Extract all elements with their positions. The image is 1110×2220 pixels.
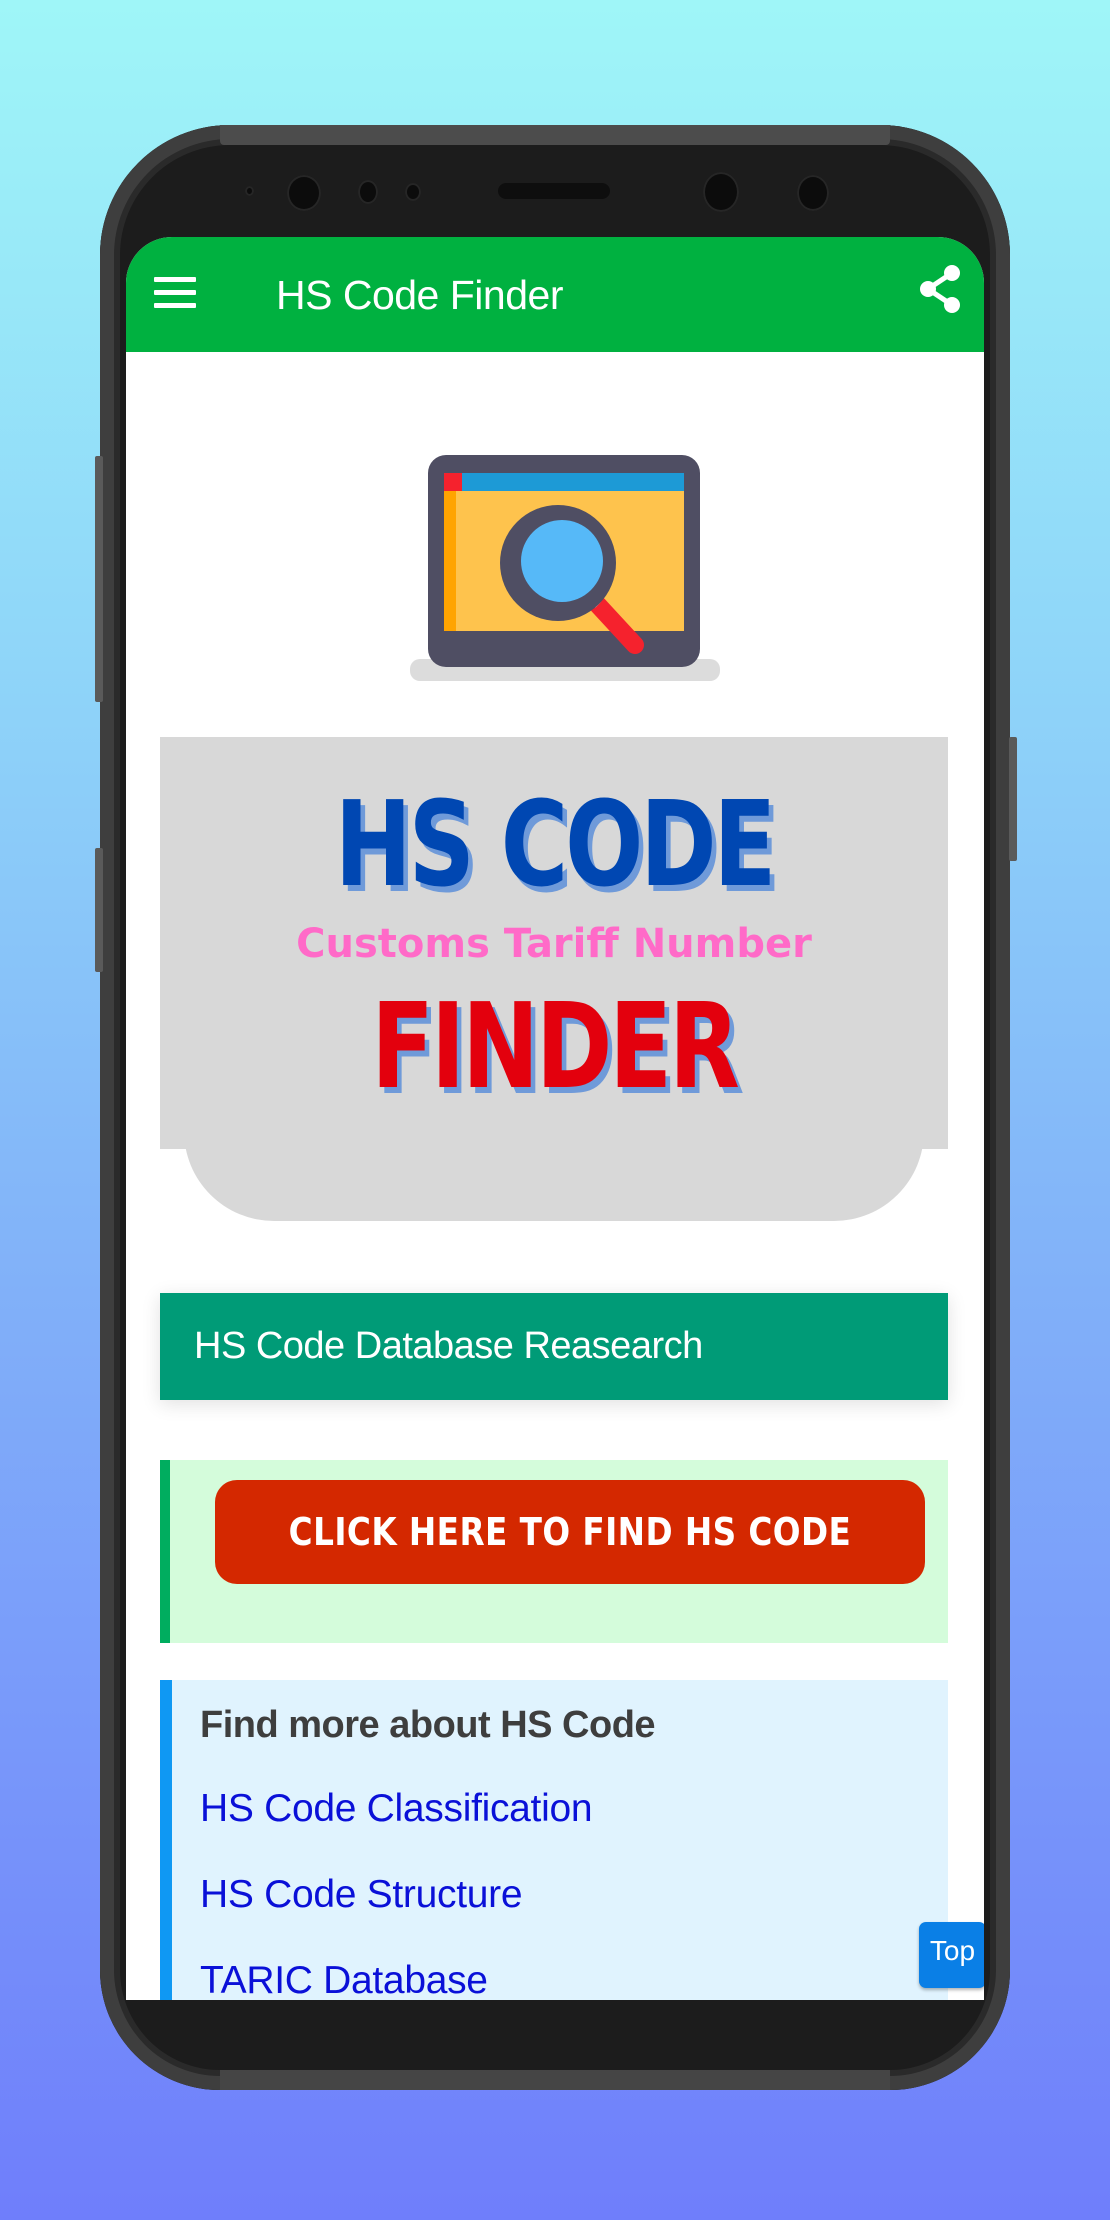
hs-code-finder-banner: HS CODE Customs Tariff Number FINDER [160,737,948,1221]
app-title: HS Code Finder [276,272,563,318]
laptop-magnifier-icon [410,455,720,681]
database-research-label: HS Code Database Reasearch [194,1325,703,1367]
sensor-dot [405,183,421,201]
find-more-section: Find more about HS Code HS Code Classifi… [160,1680,948,2000]
link-hs-code-structure[interactable]: HS Code Structure [200,1870,523,1920]
share-icon[interactable] [918,263,964,315]
phone-bottom-rim [220,2070,890,2090]
find-more-title: Find more about HS Code [200,1704,656,1746]
link-hs-code-classification[interactable]: HS Code Classification [200,1784,593,1834]
scroll-to-top-button[interactable]: Top [919,1922,984,1988]
link-taric-database[interactable]: TARIC Database [200,1956,488,2000]
earpiece-speaker [498,183,610,199]
volume-down-button [95,848,103,972]
power-button [1009,737,1017,861]
app-screen: HS Code Finder HS CODE Customs Tariff Nu… [126,237,984,2000]
volume-up-button [95,456,103,702]
banner-title-finder: FINDER [371,977,740,1115]
sensor-dot [358,180,378,204]
find-hs-code-section: CLICK HERE TO FIND HS CODE [160,1460,948,1643]
banner-subtitle: Customs Tariff Number [296,921,812,967]
sensor-camera [703,172,739,212]
banner-title-hs-code: HS CODE [334,775,777,913]
database-research-bar[interactable]: HS Code Database Reasearch [160,1293,948,1400]
front-camera-icon [287,175,321,211]
sensor-camera [797,175,829,211]
banner-background-bottom [184,1117,924,1221]
sensor-dot [245,186,254,196]
phone-top-rim [220,125,890,145]
app-bar: HS Code Finder [126,237,984,352]
find-hs-code-button-label: CLICK HERE TO FIND HS CODE [288,1510,852,1554]
find-hs-code-button[interactable]: CLICK HERE TO FIND HS CODE [215,1480,925,1584]
hamburger-menu-icon[interactable] [154,277,196,309]
